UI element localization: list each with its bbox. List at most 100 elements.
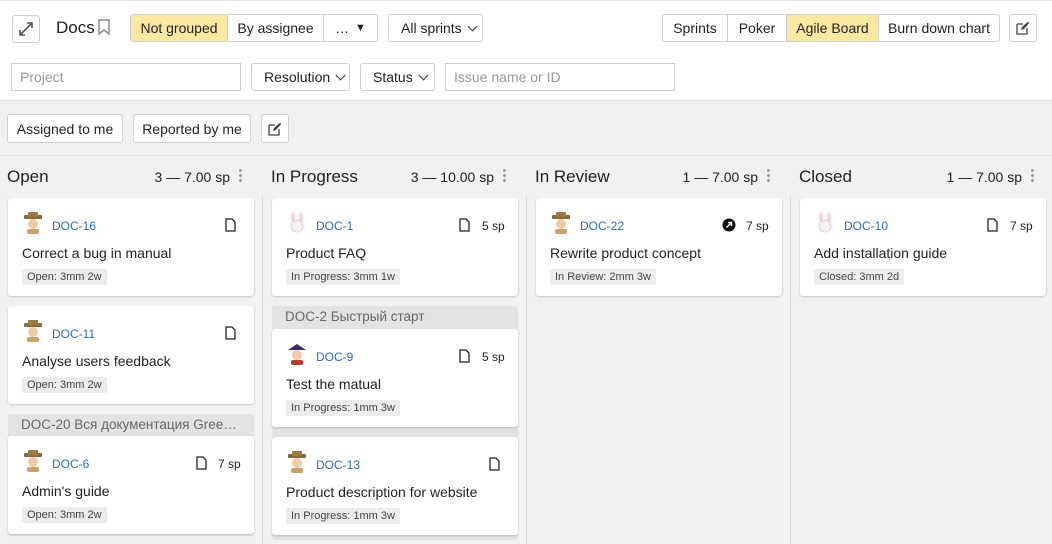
issue-card[interactable]: DOC-9 5 sp Test the matual In Progress: … — [272, 329, 518, 427]
document-icon — [987, 218, 998, 232]
status-badge: Open: 3mm 2w — [22, 507, 107, 523]
caret-down-icon: ▼ — [355, 22, 366, 34]
column-count-closed: 1 — 7.00 sp — [946, 169, 1023, 185]
view-selector: Sprints Poker Agile Board Burn down char… — [662, 14, 1000, 42]
status-badge: In Progress: 3mm 1w — [286, 269, 400, 285]
epic-title[interactable]: DOC-20 Вся документация Green … — [21, 417, 243, 432]
document-icon — [225, 218, 236, 232]
column-count-open: 3 — 7.00 sp — [154, 169, 231, 185]
burn-down-chart-view-button[interactable]: Burn down chart — [879, 15, 999, 41]
issue-summary: Rewrite product concept — [550, 245, 701, 261]
column-divider — [262, 196, 263, 544]
rabbit-avatar-icon — [290, 212, 304, 233]
issue-card[interactable]: DOC-13 Product description for website I… — [272, 437, 518, 535]
issue-summary: Add installation guide — [814, 245, 948, 261]
edit-board-button[interactable] — [1009, 14, 1037, 42]
grouping-selector: Not grouped By assignee … ▼ — [130, 14, 378, 42]
issue-key[interactable]: DOC-13 — [316, 458, 360, 472]
column-title-in-review: In Review — [535, 167, 610, 186]
more-grouping-dropdown[interactable]: … ▼ — [324, 15, 377, 41]
issue-card[interactable]: DOC-1 5 sp Product FAQ In Progress: 3mm … — [272, 198, 518, 296]
issue-card[interactable]: DOC-10 7 sp Add installation guide Close… — [800, 198, 1046, 296]
document-icon — [459, 349, 470, 363]
arrow-circle-icon — [722, 218, 736, 232]
epic-title[interactable]: DOC-2 Быстрый старт — [285, 309, 507, 324]
status-badge: Open: 3mm 2w — [22, 377, 107, 393]
assigned-to-me-button[interactable]: Assigned to me — [7, 114, 123, 143]
more-vertical-icon[interactable] — [767, 169, 771, 183]
issue-key[interactable]: DOC-1 — [316, 219, 353, 233]
column-count-in-progress: 3 — 10.00 sp — [410, 169, 494, 185]
document-icon — [225, 326, 236, 340]
cowboy-avatar-icon — [24, 450, 42, 472]
story-points: 7 sp — [218, 457, 241, 471]
agile-board-view-button[interactable]: Agile Board — [787, 15, 879, 41]
edit-icon — [268, 122, 282, 136]
expand-icon — [19, 22, 33, 36]
document-icon — [489, 457, 500, 471]
edit-filters-button[interactable] — [261, 114, 289, 143]
issue-summary: Test the matual — [286, 376, 381, 392]
resolution-dropdown[interactable]: Resolution — [251, 63, 350, 91]
issue-card[interactable]: DOC-16 Correct a bug in manual Open: 3mm… — [8, 198, 254, 296]
filter-bar: Project Resolution Status Issue name or … — [0, 54, 1052, 101]
agile-board: Open 3 — 7.00 sp In Progress 3 — 10.00 s… — [0, 156, 1052, 544]
sprints-view-button[interactable]: Sprints — [663, 15, 728, 41]
story-points: 7 sp — [1010, 219, 1033, 233]
issue-key[interactable]: DOC-11 — [52, 327, 95, 341]
reported-by-me-button[interactable]: Reported by me — [133, 114, 251, 143]
column-divider — [790, 196, 791, 544]
issue-key[interactable]: DOC-9 — [316, 350, 353, 364]
quick-filters: Assigned to me Reported by me — [0, 101, 1052, 156]
issue-search-input[interactable]: Issue name or ID — [445, 63, 675, 91]
cowboy-avatar-icon — [24, 212, 42, 234]
not-grouped-button[interactable]: Not grouped — [131, 15, 228, 41]
status-badge: Closed: 3mm 2d — [814, 269, 905, 285]
column-title-closed: Closed — [799, 167, 852, 186]
more-vertical-icon[interactable] — [503, 169, 507, 183]
column-count-in-review: 1 — 7.00 sp — [682, 169, 759, 185]
issue-card[interactable]: DOC-11 Analyse users feedback Open: 3mm … — [8, 306, 254, 404]
issue-summary: Admin's guide — [22, 483, 110, 499]
pirate-avatar-icon — [288, 344, 306, 365]
sprints-dropdown[interactable]: All sprints — [388, 14, 483, 42]
status-badge: In Review: 2mm 3w — [550, 269, 656, 285]
chevron-down-icon — [467, 21, 478, 31]
status-badge: Open: 3mm 2w — [22, 269, 107, 285]
story-points: 5 sp — [482, 350, 505, 364]
bookmark-icon[interactable] — [97, 19, 111, 36]
issue-key[interactable]: DOC-22 — [580, 219, 624, 233]
expand-button[interactable] — [12, 15, 40, 43]
document-icon — [196, 456, 207, 470]
poker-view-button[interactable]: Poker — [728, 15, 787, 41]
status-badge: In Progress: 1mm 3w — [286, 508, 400, 524]
more-vertical-icon[interactable] — [239, 169, 243, 183]
project-input[interactable]: Project — [11, 63, 241, 91]
by-assignee-button[interactable]: By assignee — [228, 15, 324, 41]
status-dropdown[interactable]: Status — [360, 63, 435, 91]
more-vertical-icon[interactable] — [1031, 169, 1035, 183]
status-badge: In Progress: 1mm 3w — [286, 400, 400, 416]
issue-card[interactable]: DOC-6 7 sp Admin's guide Open: 3mm 2w — [8, 436, 254, 534]
issue-key[interactable]: DOC-10 — [844, 219, 888, 233]
chevron-down-icon — [418, 70, 429, 80]
top-toolbar: Docs Not grouped By assignee … ▼ All spr… — [0, 0, 1052, 54]
story-points: 5 sp — [482, 219, 505, 233]
document-icon — [459, 218, 470, 232]
issue-summary: Product description for website — [286, 484, 478, 500]
rabbit-avatar-icon — [818, 212, 832, 233]
issue-summary: Analyse users feedback — [22, 353, 171, 369]
edit-icon — [1016, 21, 1030, 35]
issue-key[interactable]: DOC-16 — [52, 219, 96, 233]
column-divider — [526, 196, 527, 544]
column-title-in-progress: In Progress — [271, 167, 358, 186]
cowboy-avatar-icon — [288, 451, 306, 473]
issue-summary: Correct a bug in manual — [22, 245, 172, 261]
cowboy-avatar-icon — [552, 212, 570, 234]
issue-key[interactable]: DOC-6 — [52, 457, 89, 471]
issue-card[interactable]: DOC-22 7 sp Rewrite product concept In R… — [536, 198, 782, 296]
page-title: Docs — [56, 18, 95, 37]
story-points: 7 sp — [746, 219, 769, 233]
issue-summary: Product FAQ — [286, 245, 367, 261]
column-title-open: Open — [7, 167, 49, 186]
